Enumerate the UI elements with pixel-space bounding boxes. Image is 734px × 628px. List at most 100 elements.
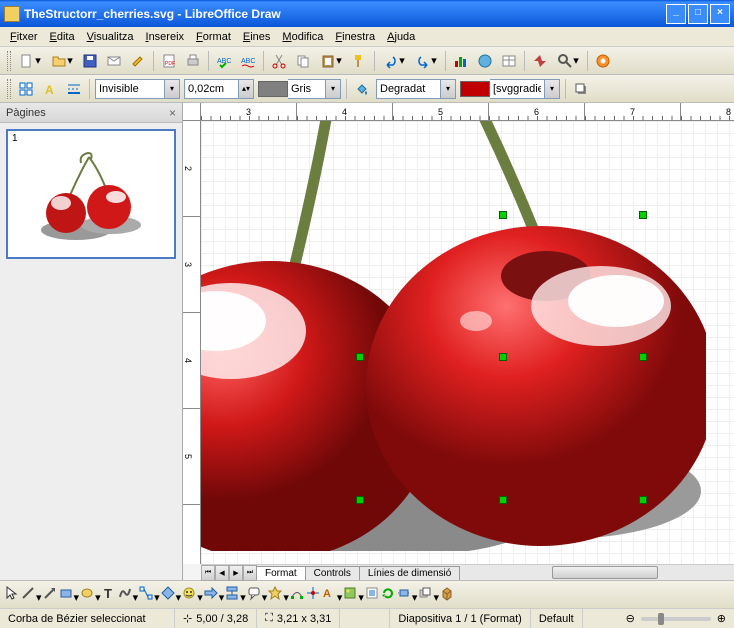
spellcheck-auto-button[interactable]: ABC <box>237 50 259 72</box>
connector-tool[interactable]: ▾ <box>138 585 160 604</box>
from-file-tool[interactable]: ▾ <box>342 585 364 604</box>
points-tool[interactable] <box>289 585 305 604</box>
drawing-canvas[interactable] <box>201 121 734 564</box>
zoom-slider[interactable] <box>641 617 711 621</box>
standard-toolbar: ▾ ▾ PDF ABC ABC ▾ ▾ ▾ ▾ <box>0 47 734 75</box>
rectangle-tool[interactable]: ▾ <box>58 585 80 604</box>
zoom-button[interactable]: ▾ <box>553 50 583 72</box>
sheet-tab[interactable]: Controls <box>305 566 360 580</box>
undo-button[interactable]: ▾ <box>379 50 409 72</box>
extrusion-tool[interactable] <box>439 585 455 604</box>
selection-handle[interactable] <box>499 353 507 361</box>
table-button[interactable] <box>498 50 520 72</box>
svg-text:T: T <box>104 586 112 601</box>
menu-fitxer[interactable]: Fitxer <box>4 29 44 45</box>
fontwork-tool[interactable]: A▾ <box>321 585 343 604</box>
gallery-tool[interactable] <box>364 585 380 604</box>
status-slide[interactable]: Diapositiva 1 / 1 (Format) <box>390 609 530 628</box>
curve-tool[interactable]: ▾ <box>117 585 139 604</box>
ellipse-tool[interactable]: ▾ <box>79 585 101 604</box>
star-tool[interactable]: ▾ <box>267 585 289 604</box>
flowchart-tool[interactable]: ▾ <box>224 585 246 604</box>
status-selection: Corba de Bézier seleccionat <box>0 609 175 628</box>
status-style[interactable]: Default <box>531 609 583 628</box>
callout-tool[interactable]: ▾ <box>246 585 268 604</box>
align-tool[interactable]: ▾ <box>396 585 418 604</box>
canvas-area: 345678 2345 <box>183 103 734 580</box>
paste-button[interactable]: ▾ <box>316 50 346 72</box>
last-page-button[interactable]: ⏭ <box>243 565 257 581</box>
svg-text:A: A <box>45 83 54 97</box>
zoom-out-button[interactable]: ⊖ <box>626 612 635 625</box>
line-style-combo[interactable]: ▾ <box>95 79 180 99</box>
sheet-tab[interactable]: Format <box>256 566 306 580</box>
shadow-button[interactable] <box>570 78 592 100</box>
selection-handle[interactable] <box>639 353 647 361</box>
new-button[interactable]: ▾ <box>15 50 45 72</box>
menu-insereix[interactable]: Insereix <box>140 29 191 45</box>
menu-ajuda[interactable]: Ajuda <box>381 29 421 45</box>
menu-format[interactable]: Format <box>190 29 237 45</box>
print-button[interactable] <box>182 50 204 72</box>
next-page-button[interactable]: ▶ <box>229 565 243 581</box>
fill-name-combo[interactable]: ▾ <box>460 79 560 99</box>
selection-handle[interactable] <box>639 211 647 219</box>
svg-text:A: A <box>323 588 331 600</box>
arrange-tool[interactable]: ▾ <box>417 585 439 604</box>
gluepoints-tool[interactable] <box>305 585 321 604</box>
ruler-horizontal[interactable]: 345678 <box>201 103 734 121</box>
prev-page-button[interactable]: ◀ <box>215 565 229 581</box>
menu-finestra[interactable]: Finestra <box>329 29 381 45</box>
chart-button[interactable] <box>450 50 472 72</box>
arrow-shapes-tool[interactable]: ▾ <box>203 585 225 604</box>
zoom-in-button[interactable]: ⊕ <box>717 612 726 625</box>
arrow-tool[interactable] <box>42 585 58 604</box>
help-button[interactable] <box>592 50 614 72</box>
menu-eines[interactable]: Eines <box>237 29 277 45</box>
selection-handle[interactable] <box>499 211 507 219</box>
selection-handle[interactable] <box>356 496 364 504</box>
tool-line-style[interactable] <box>63 78 85 100</box>
symbol-shapes-tool[interactable]: ▾ <box>181 585 203 604</box>
navigator-button[interactable] <box>529 50 551 72</box>
ruler-vertical[interactable]: 2345 <box>183 121 201 564</box>
tool-grid[interactable] <box>15 78 37 100</box>
spellcheck-button[interactable]: ABC <box>213 50 235 72</box>
basic-shapes-tool[interactable]: ▾ <box>160 585 182 604</box>
copy-button[interactable] <box>292 50 314 72</box>
maximize-button[interactable]: □ <box>688 4 708 24</box>
close-button[interactable]: × <box>710 4 730 24</box>
selection-handle[interactable] <box>639 496 647 504</box>
fill-type-combo[interactable]: ▾ <box>376 79 456 99</box>
titlebar: TheStructorr_cherries.svg - LibreOffice … <box>0 0 734 27</box>
selection-handle[interactable] <box>356 353 364 361</box>
first-page-button[interactable]: ⏮ <box>201 565 215 581</box>
pages-panel-close[interactable]: × <box>169 106 176 120</box>
selection-handle[interactable] <box>499 496 507 504</box>
statusbar: Corba de Bézier seleccionat ⊹5,00 / 3,28… <box>0 608 734 628</box>
clone-format-button[interactable] <box>348 50 370 72</box>
select-tool[interactable] <box>4 585 20 604</box>
open-button[interactable]: ▾ <box>47 50 77 72</box>
sheet-tab[interactable]: Línies de dimensió <box>359 566 460 580</box>
email-button[interactable] <box>103 50 125 72</box>
line-tool[interactable]: ▾ <box>20 585 42 604</box>
line-color-combo[interactable]: ▾ <box>258 79 341 99</box>
redo-button[interactable]: ▾ <box>411 50 441 72</box>
menu-modifica[interactable]: Modifica <box>276 29 329 45</box>
line-width-combo[interactable]: ▴▾ <box>184 79 254 99</box>
text-tool[interactable]: T <box>101 585 117 604</box>
fill-button[interactable] <box>351 78 373 100</box>
edit-button[interactable] <box>127 50 149 72</box>
page-thumbnail[interactable]: 1 <box>6 129 176 259</box>
rotate-tool[interactable] <box>380 585 396 604</box>
cut-button[interactable] <box>268 50 290 72</box>
tool-a[interactable]: A <box>39 78 61 100</box>
minimize-button[interactable]: _ <box>666 4 686 24</box>
scrollbar-horizontal[interactable] <box>460 565 734 580</box>
save-button[interactable] <box>79 50 101 72</box>
hyperlink-button[interactable] <box>474 50 496 72</box>
menu-edita[interactable]: Edita <box>44 29 81 45</box>
menu-visualitza[interactable]: Visualitza <box>81 29 140 45</box>
pdf-button[interactable]: PDF <box>158 50 180 72</box>
